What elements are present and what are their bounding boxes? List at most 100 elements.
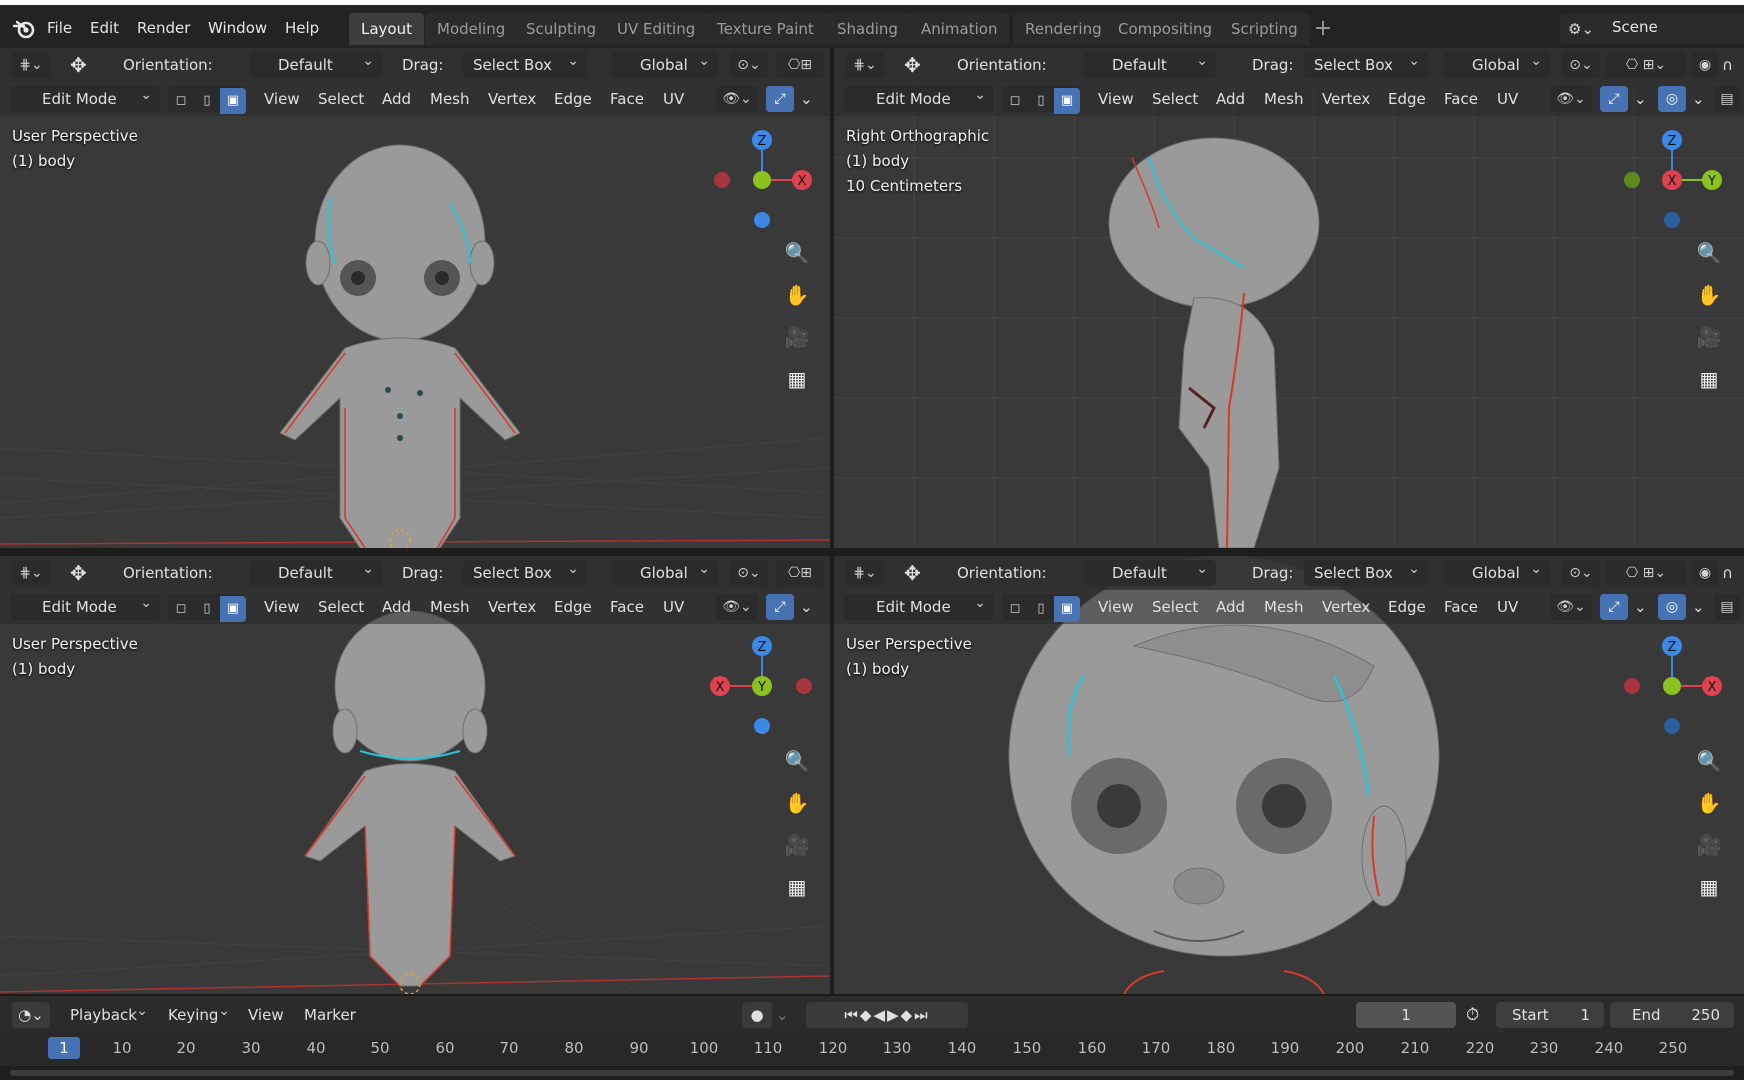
- drag-dropdown[interactable]: Select Box: [1304, 48, 1428, 78]
- select-mode-toggle[interactable]: ◻ ▯ ▣: [1002, 86, 1080, 114]
- preview-range-icon[interactable]: ⏱: [1466, 1002, 1479, 1028]
- perspective-toggle-icon[interactable]: ▦: [782, 364, 812, 394]
- menu-uv[interactable]: UV: [1497, 594, 1518, 620]
- gizmo-dropdown-icon[interactable]: ⌄: [800, 86, 813, 112]
- tab-rendering[interactable]: Rendering: [1013, 13, 1114, 45]
- pan-hand-icon[interactable]: ✋: [1694, 280, 1724, 310]
- drag-dropdown[interactable]: Select Box: [463, 48, 587, 78]
- menu-face[interactable]: Face: [1444, 594, 1478, 620]
- tab-compositing[interactable]: Compositing: [1106, 13, 1225, 45]
- viewport-top-right[interactable]: ⋕⌄ ✥ Orientation: Default Drag: Select B…: [834, 48, 1744, 548]
- viewport-scene[interactable]: [834, 48, 1744, 548]
- next-keyframe-icon[interactable]: ◆: [901, 1006, 915, 1024]
- transform-orientation-dropdown[interactable]: Global: [1444, 556, 1550, 586]
- menu-edge[interactable]: Edge: [554, 594, 592, 620]
- perspective-toggle-icon[interactable]: ▦: [1694, 872, 1724, 902]
- visibility-icon[interactable]: 👁⌄: [716, 86, 758, 112]
- overlay-dropdown-icon[interactable]: ⌄: [1692, 594, 1705, 620]
- menu-add[interactable]: Add: [1216, 86, 1245, 112]
- menu-edge[interactable]: Edge: [1388, 594, 1426, 620]
- menu-face[interactable]: Face: [610, 594, 644, 620]
- axis-neg-z-icon[interactable]: [1664, 718, 1680, 734]
- select-mode-toggle[interactable]: ◻ ▯ ▣: [168, 594, 246, 622]
- transform-pivot-icon[interactable]: ⋕⌄: [12, 52, 50, 78]
- menu-face[interactable]: Face: [610, 86, 644, 112]
- add-workspace-button[interactable]: +: [1310, 13, 1336, 45]
- scrollbar-thumb[interactable]: [10, 1070, 1734, 1076]
- current-frame-indicator[interactable]: 1: [48, 1037, 80, 1059]
- menu-face[interactable]: Face: [1444, 86, 1478, 112]
- navigation-gizmo[interactable]: Z X Y: [700, 624, 820, 744]
- edge-select-icon[interactable]: ▯: [1028, 596, 1054, 622]
- snap-icon[interactable]: ⎔⊞: [776, 560, 824, 586]
- pan-hand-icon[interactable]: ✋: [1694, 788, 1724, 818]
- camera-icon[interactable]: 🎥: [1694, 322, 1724, 352]
- proportional-edit-icon[interactable]: ◉: [1692, 52, 1718, 78]
- visibility-icon[interactable]: 👁⌄: [716, 594, 758, 620]
- tab-layout[interactable]: Layout: [349, 13, 424, 45]
- navigation-gizmo[interactable]: Z X Y: [1612, 118, 1732, 238]
- orientation-dropdown[interactable]: Default: [1084, 556, 1216, 586]
- axis-neg-x-icon[interactable]: [1624, 678, 1640, 694]
- move-gizmo-icon[interactable]: ✥: [70, 560, 87, 586]
- visibility-icon[interactable]: 👁⌄: [1550, 594, 1592, 620]
- mode-dropdown[interactable]: Edit Mode: [10, 82, 160, 112]
- axis-y-icon[interactable]: [753, 171, 771, 189]
- jump-start-icon[interactable]: ⏮: [844, 1006, 860, 1024]
- tab-uv-editing[interactable]: UV Editing: [605, 13, 708, 45]
- snap-icon[interactable]: ⎔ ⊞⌄: [1606, 560, 1686, 586]
- timeline-ruler[interactable]: 1 10 20 30 40 50 60 70 80 90 100 110 120…: [0, 1032, 1744, 1066]
- menu-select[interactable]: Select: [318, 594, 364, 620]
- menu-view[interactable]: View: [264, 594, 300, 620]
- menu-vertex[interactable]: Vertex: [1322, 594, 1370, 620]
- vertex-select-icon[interactable]: ◻: [1002, 88, 1028, 114]
- menu-mesh[interactable]: Mesh: [430, 86, 470, 112]
- transform-pivot-icon[interactable]: ⋕⌄: [12, 560, 50, 586]
- tab-sculpting[interactable]: Sculpting: [514, 13, 609, 45]
- proportional-edit-icon[interactable]: ◉: [1692, 560, 1718, 586]
- menu-mesh[interactable]: Mesh: [1264, 86, 1304, 112]
- orientation-dropdown[interactable]: Default: [250, 556, 382, 586]
- zoom-icon[interactable]: 🔍: [1694, 746, 1724, 776]
- menu-select[interactable]: Select: [318, 86, 364, 112]
- pan-hand-icon[interactable]: ✋: [782, 280, 812, 310]
- playback-controls[interactable]: ⏮◆◀▶◆⏭: [806, 1002, 968, 1028]
- falloff-icon[interactable]: ∩: [1722, 560, 1733, 586]
- zoom-icon[interactable]: 🔍: [782, 238, 812, 268]
- timeline-view-menu[interactable]: View: [248, 1002, 284, 1028]
- tab-texture-paint[interactable]: Texture Paint: [705, 13, 826, 45]
- prev-keyframe-icon[interactable]: ◆: [860, 1006, 874, 1024]
- end-frame-field[interactable]: End 250: [1610, 1002, 1734, 1028]
- transform-orientation-dropdown[interactable]: Global: [612, 556, 718, 586]
- tab-scripting[interactable]: Scripting: [1219, 13, 1310, 45]
- viewport-bottom-right[interactable]: ⋕⌄ ✥ Orientation: Default Drag: Select B…: [834, 556, 1744, 994]
- camera-icon[interactable]: 🎥: [1694, 830, 1724, 860]
- menu-view[interactable]: View: [264, 86, 300, 112]
- keying-menu[interactable]: Keying: [158, 998, 238, 1028]
- menu-uv[interactable]: UV: [663, 86, 684, 112]
- transform-orientation-dropdown[interactable]: Global: [1444, 48, 1550, 78]
- zoom-icon[interactable]: 🔍: [1694, 238, 1724, 268]
- face-select-icon[interactable]: ▣: [1054, 596, 1080, 622]
- vertex-select-icon[interactable]: ◻: [1002, 596, 1028, 622]
- zoom-icon[interactable]: 🔍: [782, 746, 812, 776]
- jump-end-icon[interactable]: ⏭: [914, 1006, 930, 1024]
- editor-type-clock-icon[interactable]: ◔⌄: [12, 1002, 50, 1028]
- overlay-toggle-icon[interactable]: ◎: [1658, 594, 1686, 620]
- menu-help[interactable]: Help: [285, 15, 319, 41]
- axis-neg-z-icon[interactable]: [754, 718, 770, 734]
- menu-view[interactable]: View: [1098, 594, 1134, 620]
- tab-modeling[interactable]: Modeling: [425, 13, 518, 45]
- falloff-icon[interactable]: ∩: [1722, 52, 1733, 78]
- menu-uv[interactable]: UV: [1497, 86, 1518, 112]
- move-gizmo-icon[interactable]: ✥: [904, 52, 921, 78]
- move-gizmo-icon[interactable]: ✥: [904, 560, 921, 586]
- mode-dropdown[interactable]: Edit Mode: [10, 590, 160, 620]
- menu-select[interactable]: Select: [1152, 594, 1198, 620]
- orientation-dropdown[interactable]: Default: [1084, 48, 1216, 78]
- face-select-icon[interactable]: ▣: [220, 88, 246, 114]
- perspective-toggle-icon[interactable]: ▦: [782, 872, 812, 902]
- edge-select-icon[interactable]: ▯: [194, 88, 220, 114]
- face-select-icon[interactable]: ▣: [220, 596, 246, 622]
- pivot-link-icon[interactable]: ⊙⌄: [1562, 52, 1600, 78]
